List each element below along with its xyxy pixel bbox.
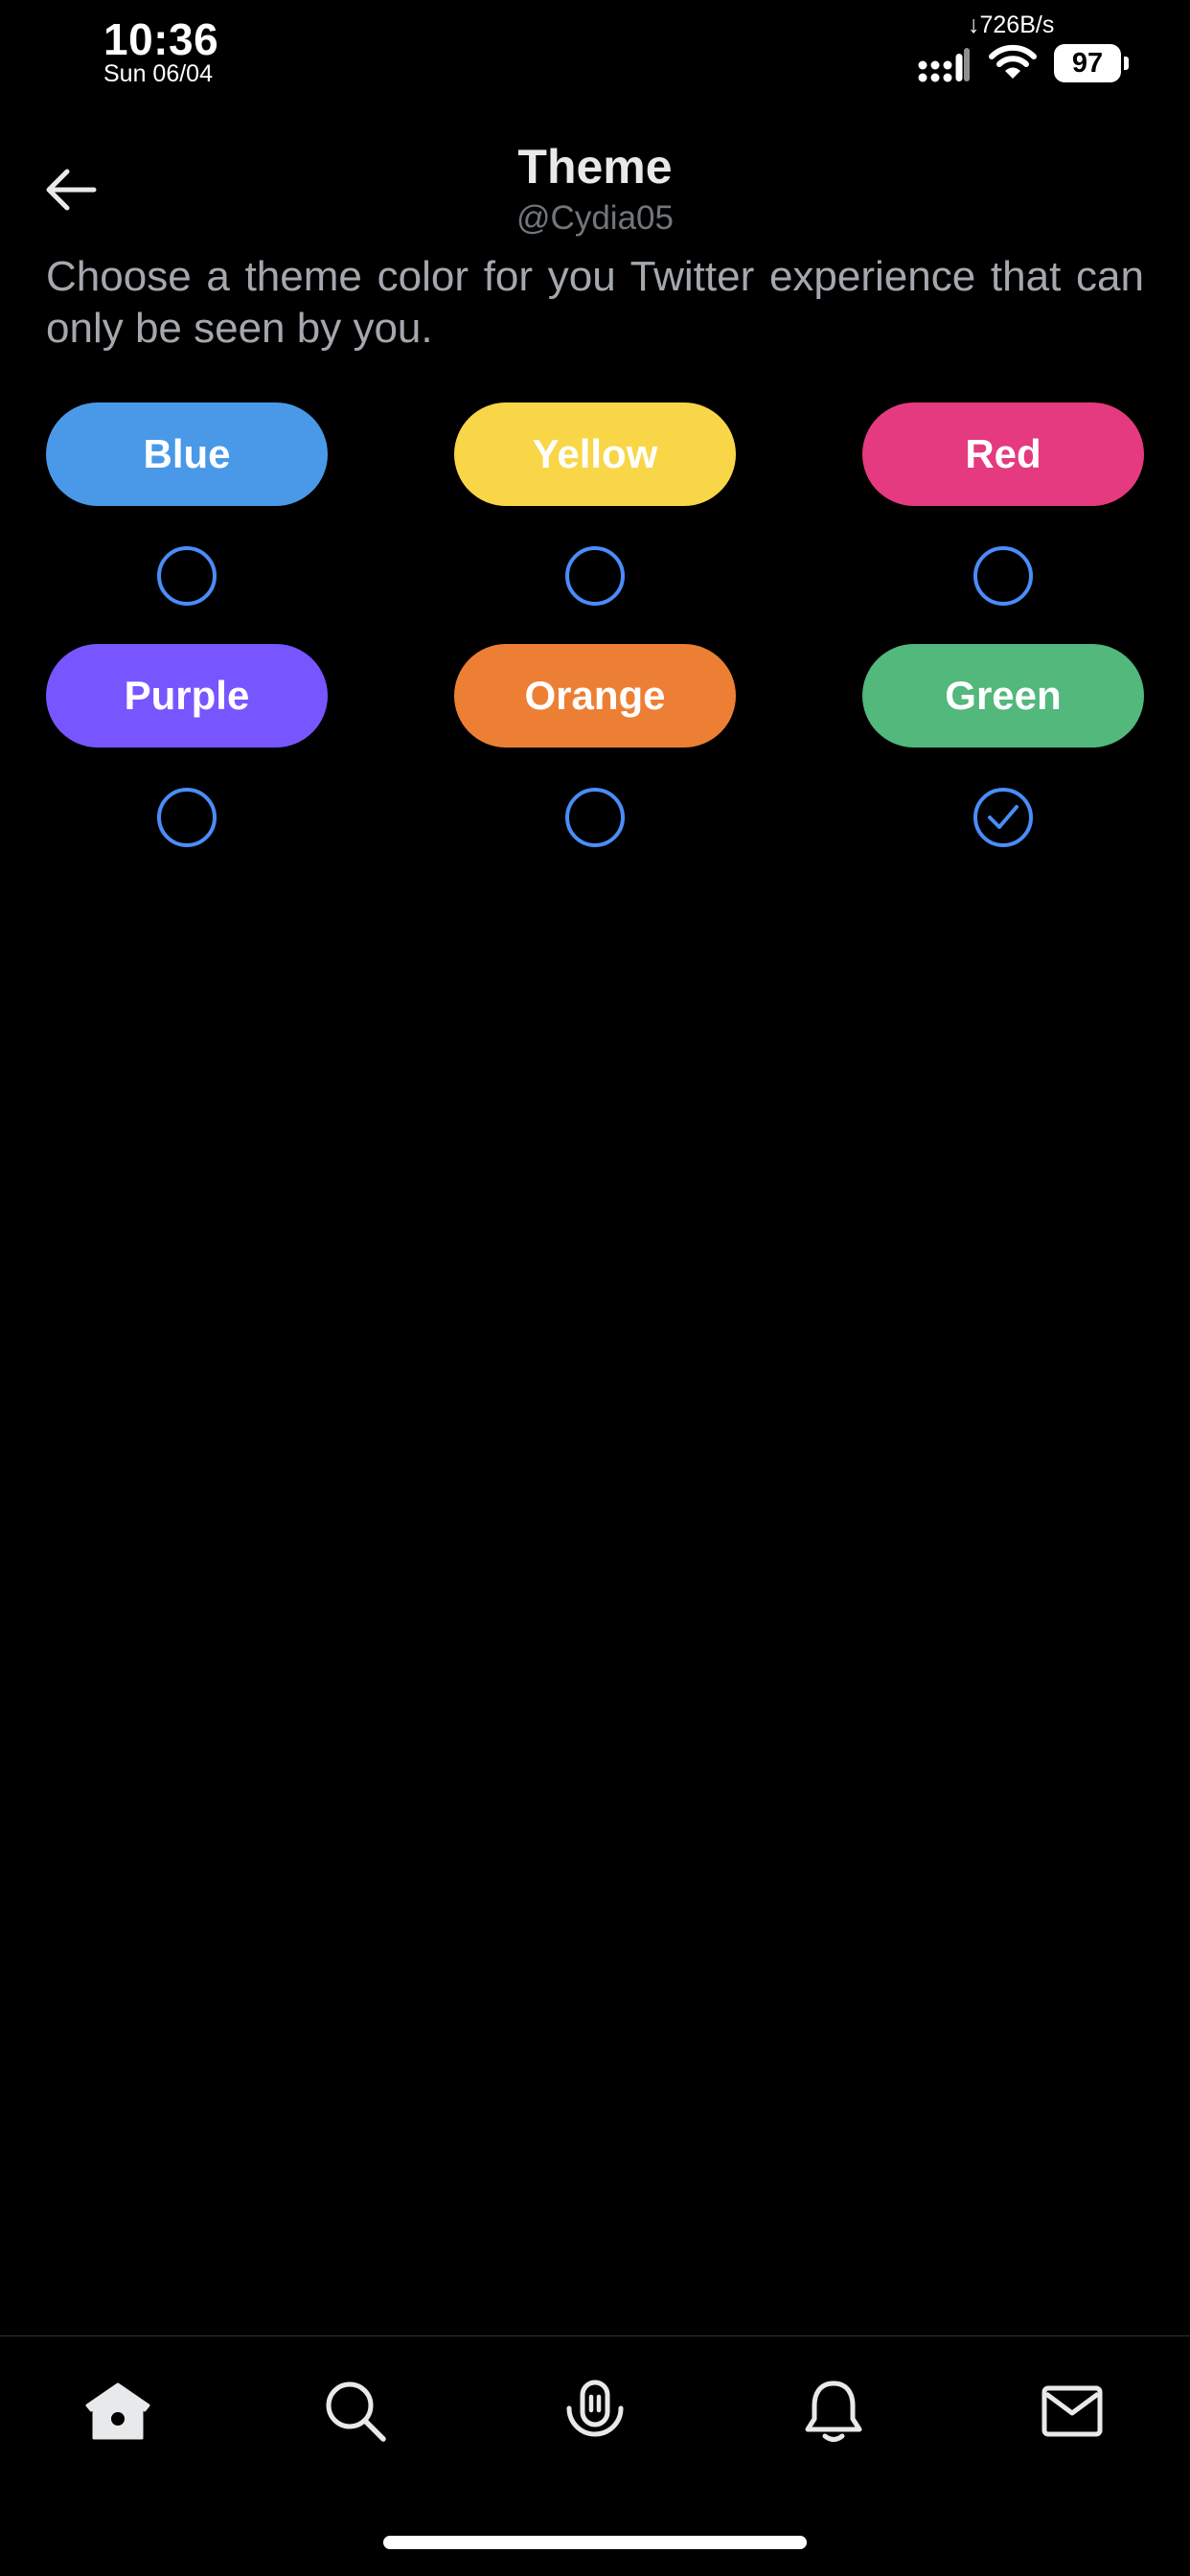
tab-spaces[interactable] [557, 2373, 633, 2450]
notifications-bell-icon [805, 2380, 862, 2442]
theme-green-radio[interactable] [973, 788, 1033, 847]
account-username: @Cydia05 [516, 199, 674, 237]
page-title: Theme [517, 140, 673, 194]
search-icon [326, 2381, 386, 2442]
tab-notifications[interactable] [795, 2373, 872, 2450]
theme-option-blue: Blue [46, 402, 328, 629]
battery-tip [1124, 57, 1129, 70]
theme-red-radio[interactable] [973, 546, 1033, 606]
tab-messages[interactable] [1034, 2373, 1110, 2450]
theme-blue-radio[interactable] [157, 546, 217, 606]
theme-blue-button[interactable]: Blue [46, 402, 328, 506]
theme-purple-radio[interactable] [157, 788, 217, 847]
bottom-tab-bar [0, 2335, 1190, 2471]
theme-option-green: Green [862, 644, 1144, 870]
theme-orange-radio[interactable] [565, 788, 625, 847]
battery-indicator: 97 [1054, 44, 1131, 82]
tab-home[interactable] [80, 2373, 156, 2450]
status-time: 10:36 [103, 14, 219, 64]
network-speed: ↓726B/s [968, 12, 1055, 38]
checkmark-icon [988, 805, 1018, 829]
status-date: Sun 06/04 [103, 60, 213, 87]
messages-envelope-icon [1041, 2385, 1103, 2437]
theme-option-yellow: Yellow [454, 402, 736, 629]
theme-green-button[interactable]: Green [862, 644, 1144, 748]
theme-yellow-button[interactable]: Yellow [454, 402, 736, 506]
spaces-microphone-icon [566, 2380, 624, 2437]
theme-purple-button[interactable]: Purple [46, 644, 328, 748]
theme-option-purple: Purple [46, 644, 328, 870]
status-bar: 10:36 Sun 06/04 ↓726B/s 97 [0, 0, 1190, 96]
battery-level: 97 [1054, 44, 1121, 82]
home-indicator [383, 2536, 807, 2549]
tab-search[interactable] [317, 2373, 394, 2450]
theme-option-red: Red [862, 402, 1144, 629]
cellular-signal-icon [918, 48, 970, 82]
theme-description: Choose a theme color for you Twitter exp… [46, 253, 1144, 352]
home-icon [85, 2382, 150, 2440]
theme-yellow-radio[interactable] [565, 546, 625, 606]
theme-option-orange: Orange [454, 644, 736, 870]
theme-red-button[interactable]: Red [862, 402, 1144, 506]
theme-orange-button[interactable]: Orange [454, 644, 736, 748]
wifi-icon [989, 44, 1037, 79]
